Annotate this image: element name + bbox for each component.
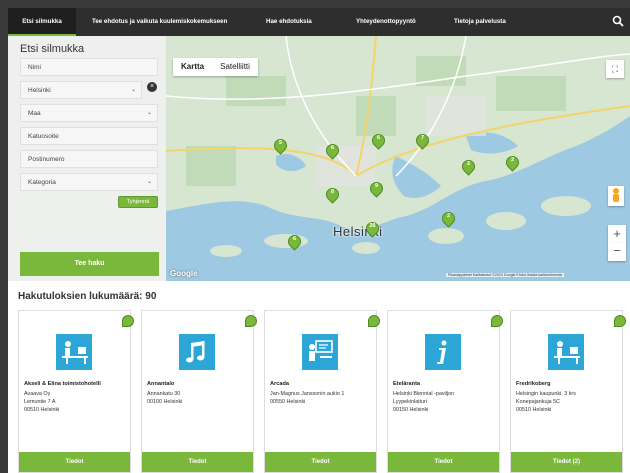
classroom-icon xyxy=(302,334,338,370)
top-navigation: Etsi silmukka Tee ehdotus ja vaikuta kuu… xyxy=(8,8,630,36)
city-select[interactable]: Helsinki ⌄ xyxy=(20,81,142,99)
result-address-line: 00150 Helsinki xyxy=(393,407,429,413)
category-select[interactable]: Kategoria ⌄ xyxy=(20,173,158,191)
map[interactable]: Kartta Satelliitti ⛶ + − Helsinki Google… xyxy=(166,36,630,281)
info-icon xyxy=(425,334,461,370)
result-address-line: Konepajankuja 5C xyxy=(516,399,561,405)
street-field[interactable]: Katuosoite xyxy=(20,127,158,145)
search-panel: Etsi silmukka Nimi Helsinki ⌄ × Maa ⌄ Ka… xyxy=(8,36,166,281)
result-address-line: Helsingin kaupunki, 3 krs xyxy=(516,391,576,397)
nav-item-hae-ehdotuksia[interactable]: Hae ehdotuksia xyxy=(266,8,312,36)
details-button[interactable]: Tiedot xyxy=(388,452,499,472)
app-frame: Etsi silmukka Tee ehdotus ja vaikuta kuu… xyxy=(8,8,630,473)
result-name: Annantalo xyxy=(147,381,175,387)
postal-field-placeholder: Postinumero xyxy=(28,156,65,163)
map-marker[interactable]: 5 xyxy=(271,136,290,155)
chevron-down-icon: ⌄ xyxy=(146,110,152,116)
details-button[interactable]: Tiedot xyxy=(265,452,376,472)
details-button[interactable]: Tiedot xyxy=(19,452,130,472)
result-address-line: Annankatu 30 xyxy=(147,391,181,397)
speech-bubble-icon xyxy=(368,315,380,327)
map-type-satelliitti[interactable]: Satelliitti xyxy=(212,58,258,76)
map-type-kartta[interactable]: Kartta xyxy=(173,58,212,76)
nav-item-tietoja-palvelusta[interactable]: Tietoja palvelusta xyxy=(454,8,506,36)
result-card[interactable]: Arcada Jan-Magnus Janssonin aukio 1 0055… xyxy=(264,310,380,473)
city-select-value: Helsinki xyxy=(28,87,51,94)
result-address-line: 00510 Helsinki xyxy=(24,407,60,413)
map-marker[interactable]: 7 xyxy=(413,131,432,150)
result-name: Arcada xyxy=(270,381,289,387)
zoom-in-button[interactable]: + xyxy=(608,225,626,243)
map-marker[interactable]: 6 xyxy=(369,131,388,150)
search-button[interactable]: Tee haku xyxy=(20,252,159,276)
results-count-title: Hakutuloksien lukumäärä: 90 xyxy=(18,291,157,302)
speech-bubble-icon xyxy=(491,315,503,327)
chevron-down-icon: ⌄ xyxy=(130,87,136,93)
details-button[interactable]: Tiedot xyxy=(142,452,253,472)
map-marker[interactable]: 6 xyxy=(323,141,342,160)
google-logo: Google xyxy=(170,269,198,278)
desk-icon xyxy=(548,334,584,370)
speech-bubble-icon xyxy=(122,315,134,327)
map-marker[interactable]: 2 xyxy=(503,153,522,172)
result-address-line: Lemuntie 7 A xyxy=(24,399,56,405)
street-field-placeholder: Katuosoite xyxy=(28,133,59,140)
country-select-value: Maa xyxy=(28,110,41,117)
name-field[interactable]: Nimi xyxy=(20,58,158,76)
map-marker[interactable]: 9 xyxy=(367,179,386,198)
result-card[interactable]: Annantalo Annankatu 30 00100 Helsinki Ti… xyxy=(141,310,257,473)
music-note-icon xyxy=(179,334,215,370)
desk-icon xyxy=(56,334,92,370)
map-type-control: Kartta Satelliitti xyxy=(173,58,258,76)
zoom-out-button[interactable]: − xyxy=(608,243,626,261)
result-address-line: 00100 Helsinki xyxy=(147,399,183,405)
result-address-line: 00510 Helsinki xyxy=(516,407,552,413)
nav-item-yhteydenottopyynto[interactable]: Yhteydenottopyyntö xyxy=(356,8,416,36)
result-name: Akseli & Elina toimistohotelli xyxy=(24,381,101,387)
speech-bubble-icon xyxy=(245,315,257,327)
map-marker[interactable]: 26 xyxy=(363,219,382,238)
result-card[interactable]: Fredrikoberg Helsingin kaupunki, 3 krs K… xyxy=(510,310,626,473)
search-icon[interactable] xyxy=(612,15,624,27)
map-marker[interactable]: 6 xyxy=(285,232,304,251)
reset-button[interactable]: Tyhjennä xyxy=(118,196,158,208)
result-name: Eteläranta xyxy=(393,381,421,387)
chevron-down-icon: ⌄ xyxy=(146,179,152,185)
nav-item-tee-ehdotus[interactable]: Tee ehdotus ja vaikuta kuulemiskokemukse… xyxy=(92,8,227,36)
name-field-placeholder: Nimi xyxy=(28,64,41,71)
map-marker[interactable]: 8 xyxy=(323,185,342,204)
map-attribution: Pikanäppäimet Karttatiedot ©2024 Google … xyxy=(446,273,564,277)
result-address-line: 00550 Helsinki xyxy=(270,399,306,405)
country-select[interactable]: Maa ⌄ xyxy=(20,104,158,122)
result-card[interactable]: Eteläranta Helsinki Biennial -paviljon L… xyxy=(387,310,503,473)
result-address-line: Avaava Oy xyxy=(24,391,51,397)
search-panel-title: Etsi silmukka xyxy=(20,43,85,55)
result-address-line: Helsinki Biennial -paviljon xyxy=(393,391,455,397)
speech-bubble-icon xyxy=(614,315,626,327)
result-address-line: Lyypekinlaituri xyxy=(393,399,427,405)
map-marker[interactable]: 2 xyxy=(459,157,478,176)
street-view-icon[interactable] xyxy=(608,186,624,206)
result-address-line: Jan-Magnus Janssonin aukio 1 xyxy=(270,391,345,397)
map-marker[interactable]: 2 xyxy=(439,209,458,228)
clear-city-button[interactable]: × xyxy=(147,82,157,92)
category-select-value: Kategoria xyxy=(28,179,56,186)
postal-field[interactable]: Postinumero xyxy=(20,150,158,168)
details-button[interactable]: Tiedot (2) xyxy=(511,452,622,472)
result-card[interactable]: Akseli & Elina toimistohotelli Avaava Oy… xyxy=(18,310,134,473)
nav-item-etsi-silmukka[interactable]: Etsi silmukka xyxy=(8,8,76,36)
fullscreen-icon[interactable]: ⛶ xyxy=(606,60,624,78)
result-name: Fredrikoberg xyxy=(516,381,551,387)
